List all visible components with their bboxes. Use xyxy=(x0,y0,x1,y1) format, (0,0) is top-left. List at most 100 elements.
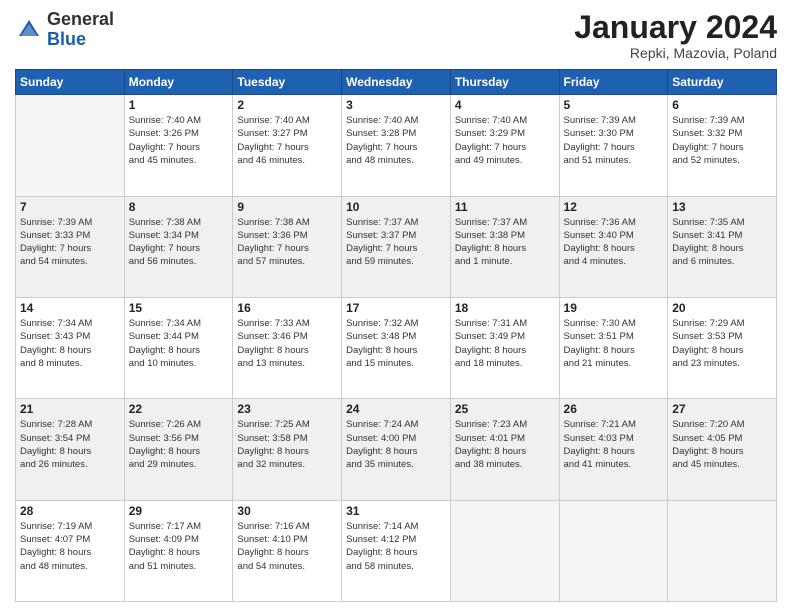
header-cell-monday: Monday xyxy=(124,70,233,95)
day-number: 15 xyxy=(129,301,229,315)
week-row-4: 28Sunrise: 7:19 AM Sunset: 4:07 PM Dayli… xyxy=(16,500,777,601)
day-number: 30 xyxy=(237,504,337,518)
month-title: January 2024 xyxy=(574,10,777,45)
day-cell: 2Sunrise: 7:40 AM Sunset: 3:27 PM Daylig… xyxy=(233,95,342,196)
day-number: 2 xyxy=(237,98,337,112)
day-cell: 21 Sunrise: 7:28 AM Sunset: 3:54 PM Dayli… xyxy=(16,399,125,500)
day-info: Sunrise: 7:37 AM Sunset: 3:38 PM Dayligh… xyxy=(455,216,555,269)
day-number: 14 xyxy=(20,301,120,315)
day-number: 6 xyxy=(672,98,772,112)
logo-text: General Blue xyxy=(47,10,114,50)
day-number: 12 xyxy=(564,200,664,214)
day-cell: 16Sunrise: 7:33 AM Sunset: 3:46 PM Dayli… xyxy=(233,297,342,398)
day-number: 13 xyxy=(672,200,772,214)
day-info: Sunrise: 7:24 AM Sunset: 4:00 PM Dayligh… xyxy=(346,418,446,471)
week-row-1: 7Sunrise: 7:39 AM Sunset: 3:33 PM Daylig… xyxy=(16,196,777,297)
day-info: Sunrise: 7:14 AM Sunset: 4:12 PM Dayligh… xyxy=(346,520,446,573)
day-number: 3 xyxy=(346,98,446,112)
header-cell-tuesday: Tuesday xyxy=(233,70,342,95)
day-info: Sunrise: 7:25 AM Sunset: 3:58 PM Dayligh… xyxy=(237,418,337,471)
day-info: Sunrise: 7:40 AM Sunset: 3:28 PM Dayligh… xyxy=(346,114,446,167)
day-number: 16 xyxy=(237,301,337,315)
day-cell: 31 Sunrise: 7:14 AM Sunset: 4:12 PM Dayli… xyxy=(342,500,451,601)
day-info: Sunrise: 7:30 AM Sunset: 3:51 PM Dayligh… xyxy=(564,317,664,370)
day-cell: 10 Sunrise: 7:37 AM Sunset: 3:37 PM Dayli… xyxy=(342,196,451,297)
day-cell: 20Sunrise: 7:29 AM Sunset: 3:53 PM Dayli… xyxy=(668,297,777,398)
day-number: 27 xyxy=(672,402,772,416)
day-info: Sunrise: 7:28 AM Sunset: 3:54 PM Dayligh… xyxy=(20,418,120,471)
day-info: Sunrise: 7:37 AM Sunset: 3:37 PM Dayligh… xyxy=(346,216,446,269)
day-info: Sunrise: 7:32 AM Sunset: 3:48 PM Dayligh… xyxy=(346,317,446,370)
day-cell: 9 Sunrise: 7:38 AM Sunset: 3:36 PM Daylig… xyxy=(233,196,342,297)
week-row-3: 21 Sunrise: 7:28 AM Sunset: 3:54 PM Dayli… xyxy=(16,399,777,500)
header: General Blue January 2024 Repki, Mazovia… xyxy=(15,10,777,61)
day-number: 18 xyxy=(455,301,555,315)
day-number: 10 xyxy=(346,200,446,214)
day-info: Sunrise: 7:39 AM Sunset: 3:30 PM Dayligh… xyxy=(564,114,664,167)
day-cell: 17 Sunrise: 7:32 AM Sunset: 3:48 PM Dayli… xyxy=(342,297,451,398)
day-info: Sunrise: 7:17 AM Sunset: 4:09 PM Dayligh… xyxy=(129,520,229,573)
day-cell: 12Sunrise: 7:36 AM Sunset: 3:40 PM Dayli… xyxy=(559,196,668,297)
day-number: 17 xyxy=(346,301,446,315)
day-number: 7 xyxy=(20,200,120,214)
day-cell xyxy=(16,95,125,196)
day-cell: 24 Sunrise: 7:24 AM Sunset: 4:00 PM Dayli… xyxy=(342,399,451,500)
header-cell-sunday: Sunday xyxy=(16,70,125,95)
day-cell: 14 Sunrise: 7:34 AM Sunset: 3:43 PM Dayli… xyxy=(16,297,125,398)
day-cell: 8 Sunrise: 7:38 AM Sunset: 3:34 PM Daylig… xyxy=(124,196,233,297)
day-number: 4 xyxy=(455,98,555,112)
logo: General Blue xyxy=(15,10,114,50)
day-cell: 7Sunrise: 7:39 AM Sunset: 3:33 PM Daylig… xyxy=(16,196,125,297)
day-number: 26 xyxy=(564,402,664,416)
day-cell: 30 Sunrise: 7:16 AM Sunset: 4:10 PM Dayli… xyxy=(233,500,342,601)
day-number: 31 xyxy=(346,504,446,518)
day-info: Sunrise: 7:34 AM Sunset: 3:43 PM Dayligh… xyxy=(20,317,120,370)
day-cell: 22Sunrise: 7:26 AM Sunset: 3:56 PM Dayli… xyxy=(124,399,233,500)
day-cell: 23 Sunrise: 7:25 AM Sunset: 3:58 PM Dayli… xyxy=(233,399,342,500)
day-number: 11 xyxy=(455,200,555,214)
day-number: 23 xyxy=(237,402,337,416)
day-cell: 5 Sunrise: 7:39 AM Sunset: 3:30 PM Daylig… xyxy=(559,95,668,196)
day-number: 21 xyxy=(20,402,120,416)
day-number: 24 xyxy=(346,402,446,416)
day-number: 25 xyxy=(455,402,555,416)
day-number: 28 xyxy=(20,504,120,518)
calendar-page: General Blue January 2024 Repki, Mazovia… xyxy=(0,0,792,612)
day-cell: 28Sunrise: 7:19 AM Sunset: 4:07 PM Dayli… xyxy=(16,500,125,601)
day-info: Sunrise: 7:40 AM Sunset: 3:29 PM Dayligh… xyxy=(455,114,555,167)
day-cell: 11 Sunrise: 7:37 AM Sunset: 3:38 PM Dayli… xyxy=(450,196,559,297)
day-info: Sunrise: 7:29 AM Sunset: 3:53 PM Dayligh… xyxy=(672,317,772,370)
day-info: Sunrise: 7:35 AM Sunset: 3:41 PM Dayligh… xyxy=(672,216,772,269)
day-cell: 13 Sunrise: 7:35 AM Sunset: 3:41 PM Dayli… xyxy=(668,196,777,297)
day-info: Sunrise: 7:34 AM Sunset: 3:44 PM Dayligh… xyxy=(129,317,229,370)
day-number: 5 xyxy=(564,98,664,112)
day-info: Sunrise: 7:23 AM Sunset: 4:01 PM Dayligh… xyxy=(455,418,555,471)
day-number: 8 xyxy=(129,200,229,214)
logo-icon xyxy=(15,16,43,44)
day-cell: 29 Sunrise: 7:17 AM Sunset: 4:09 PM Dayli… xyxy=(124,500,233,601)
day-cell: 3 Sunrise: 7:40 AM Sunset: 3:28 PM Daylig… xyxy=(342,95,451,196)
day-cell: 25 Sunrise: 7:23 AM Sunset: 4:01 PM Dayli… xyxy=(450,399,559,500)
day-info: Sunrise: 7:40 AM Sunset: 3:26 PM Dayligh… xyxy=(129,114,229,167)
day-info: Sunrise: 7:16 AM Sunset: 4:10 PM Dayligh… xyxy=(237,520,337,573)
day-cell: 26Sunrise: 7:21 AM Sunset: 4:03 PM Dayli… xyxy=(559,399,668,500)
day-cell: 15 Sunrise: 7:34 AM Sunset: 3:44 PM Dayli… xyxy=(124,297,233,398)
day-info: Sunrise: 7:38 AM Sunset: 3:34 PM Dayligh… xyxy=(129,216,229,269)
header-cell-friday: Friday xyxy=(559,70,668,95)
header-cell-wednesday: Wednesday xyxy=(342,70,451,95)
day-number: 29 xyxy=(129,504,229,518)
day-number: 19 xyxy=(564,301,664,315)
day-info: Sunrise: 7:38 AM Sunset: 3:36 PM Dayligh… xyxy=(237,216,337,269)
day-info: Sunrise: 7:39 AM Sunset: 3:32 PM Dayligh… xyxy=(672,114,772,167)
header-cell-saturday: Saturday xyxy=(668,70,777,95)
calendar-table: SundayMondayTuesdayWednesdayThursdayFrid… xyxy=(15,69,777,602)
day-cell: 6 Sunrise: 7:39 AM Sunset: 3:32 PM Daylig… xyxy=(668,95,777,196)
day-number: 9 xyxy=(237,200,337,214)
day-number: 1 xyxy=(129,98,229,112)
day-number: 22 xyxy=(129,402,229,416)
day-info: Sunrise: 7:31 AM Sunset: 3:49 PM Dayligh… xyxy=(455,317,555,370)
day-cell xyxy=(668,500,777,601)
day-cell: 19 Sunrise: 7:30 AM Sunset: 3:51 PM Dayli… xyxy=(559,297,668,398)
day-cell: 27Sunrise: 7:20 AM Sunset: 4:05 PM Dayli… xyxy=(668,399,777,500)
day-cell: 1 Sunrise: 7:40 AM Sunset: 3:26 PM Daylig… xyxy=(124,95,233,196)
